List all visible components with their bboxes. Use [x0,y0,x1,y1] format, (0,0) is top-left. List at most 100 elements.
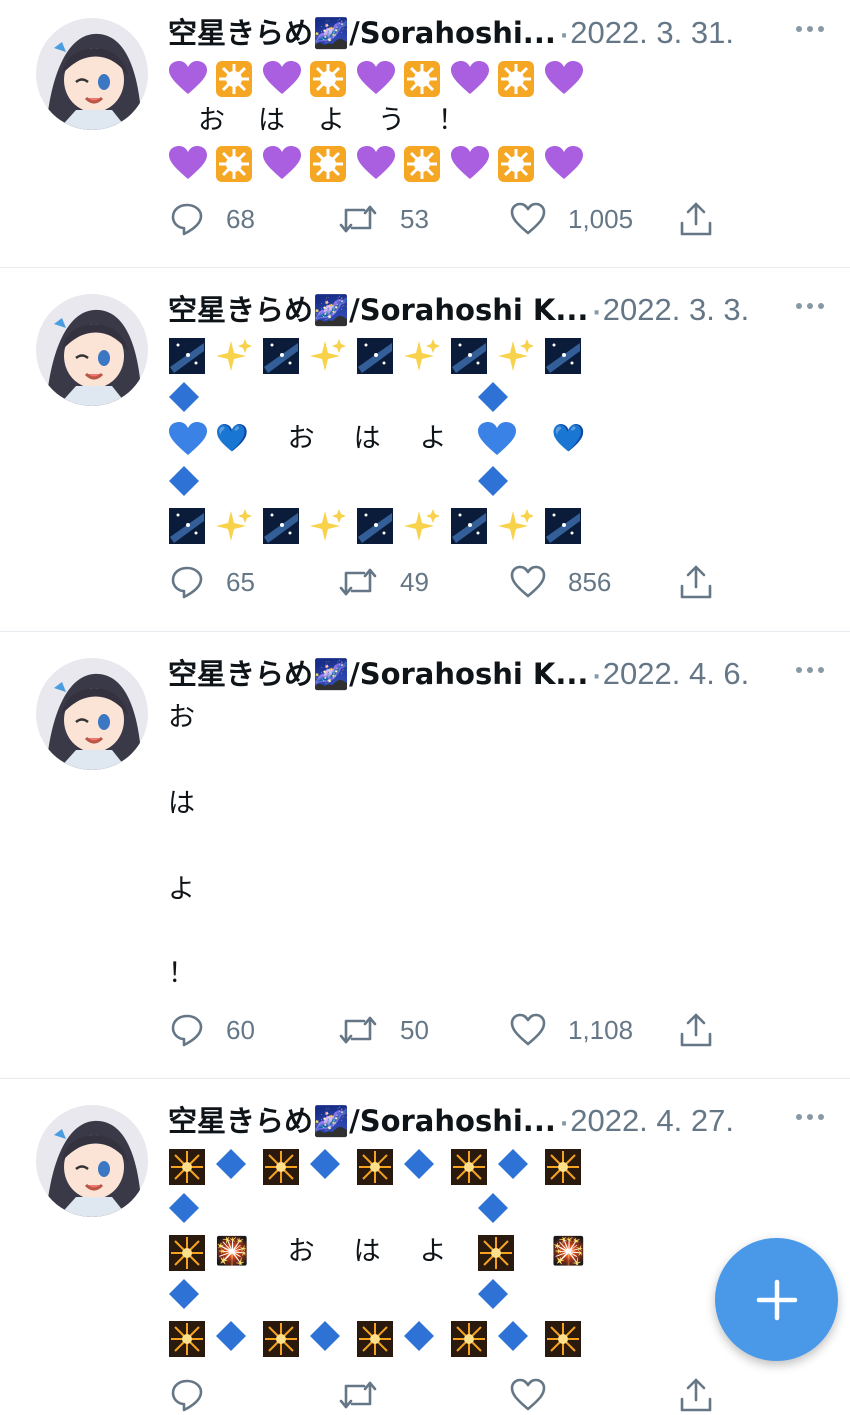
blue-diamond-icon [478,1278,508,1309]
share-button[interactable] [678,1010,736,1050]
milky-way-icon [263,507,299,544]
tweet-date[interactable]: 2022. 4. 6. [603,656,750,691]
purple-heart-icon [451,60,489,94]
compose-tweet-button[interactable] [715,1238,838,1361]
share-button[interactable] [678,562,736,602]
purple-heart-icon [357,60,395,94]
sparkles-icon [498,338,534,371]
retweet-button[interactable]: 53 [338,199,429,239]
avatar-image-icon [36,294,148,406]
tweet-text-line: お [168,702,195,733]
blue-heart-icon [478,421,516,455]
milky-way-icon [545,507,581,544]
sparkle-box-icon [310,60,346,97]
avatar-image-icon [36,1105,148,1217]
sparkler-icon [545,1320,581,1357]
sparkle-box-icon [310,145,346,182]
retweet-count: 53 [400,203,429,234]
sparkler-icon [263,1148,299,1185]
tweet-date[interactable]: 2022. 4. 27. [570,1103,734,1138]
tweet-date[interactable]: 2022. 3. 3. [603,292,750,327]
blue-diamond-icon [478,465,508,496]
blue-diamond-icon [310,1320,340,1351]
avatar[interactable] [36,658,148,770]
tweet-text-line: お は よ う ！ [168,105,468,136]
blue-diamond-icon [404,1148,434,1179]
like-button[interactable]: 1,108 [510,1010,633,1050]
avatar-image-icon [36,18,148,130]
sparkle-box-icon [404,60,440,97]
blue-diamond-icon [478,1192,508,1223]
share-icon [680,202,712,236]
retweet-button[interactable] [338,1375,400,1415]
author-name[interactable]: 空星きらめ🌌/Sorahoshi... ·2022. 4. 27. [168,1101,734,1145]
avatar[interactable] [36,1105,148,1217]
author-name[interactable]: 空星きらめ🌌/Sorahoshi K... ·2022. 4. 6. [168,654,749,698]
author-name[interactable]: 空星きらめ🌌/Sorahoshi... ·2022. 3. 31. [168,13,734,57]
blue-diamond-icon [169,1192,199,1223]
like-button[interactable]: 856 [510,562,611,602]
share-button[interactable] [678,199,736,239]
tweet[interactable]: 空星きらめ🌌/Sorahoshi K... ·2022. 4. 6. お は よ … [0,632,850,1079]
purple-heart-icon [451,145,489,179]
like-button[interactable]: 1,005 [510,199,633,239]
reply-button[interactable]: 68 [170,199,255,239]
avatar[interactable] [36,294,148,406]
purple-heart-icon [263,60,301,94]
tweet-text-line: 💙 お は よ ！ 💙 [168,416,810,461]
tweet-date[interactable]: 2022. 3. 31. [570,15,734,50]
tweet-header: 空星きらめ🌌/Sorahoshi K... ·2022. 4. 6. [168,654,850,694]
share-button[interactable] [678,1375,736,1415]
sparkles-icon [310,338,346,371]
sparkles-icon [498,508,534,541]
purple-heart-icon [169,60,207,94]
reply-count: 68 [226,203,255,234]
sparkler-icon [545,1148,581,1185]
tweet-text-line [168,1187,810,1232]
retweet-button[interactable]: 49 [338,562,429,602]
sparkler-icon [478,1234,514,1271]
sparkler-icon [169,1320,205,1357]
tweet[interactable]: 空星きらめ🌌/Sorahoshi... ·2022. 3. 31. お は よ う… [0,0,850,268]
reply-icon [171,203,203,236]
reply-button[interactable] [170,1375,226,1415]
tweet-actions: 68 53 1,005 [168,199,850,239]
greeting-text: 🎇 お は よ ！ 🎇 [215,1235,592,1267]
milky-way-icon [451,337,487,374]
reply-button[interactable]: 65 [170,562,255,602]
more-options-icon[interactable] [794,658,826,682]
more-options-icon[interactable] [794,17,826,41]
purple-heart-icon [545,60,583,94]
heart-outline-icon [510,1378,546,1411]
blue-diamond-icon [404,1320,434,1351]
tweet-text-line: よ [168,874,195,905]
tweet-actions: 60 50 1,108 [168,1010,850,1050]
sparkles-icon [216,338,252,371]
blue-diamond-icon [216,1148,246,1179]
sparkle-box-icon [216,145,252,182]
purple-heart-icon [357,145,395,179]
tweet[interactable]: 空星きらめ🌌/Sorahoshi... ·2022. 4. 27. 🎇 お は よ… [0,1079,850,1412]
tweet-text-line: ！ [168,958,195,989]
sparkler-icon [357,1148,393,1185]
heart-outline-icon [510,202,546,235]
retweet-button[interactable]: 50 [338,1010,429,1050]
emoji-row [168,1315,591,1360]
avatar[interactable] [36,18,148,130]
author-name[interactable]: 空星きらめ🌌/Sorahoshi K... ·2022. 3. 3. [168,290,749,334]
like-count: 856 [568,566,612,597]
reply-button[interactable]: 60 [170,1010,255,1050]
sparkles-icon [404,338,440,371]
like-button[interactable] [510,1375,568,1415]
more-options-icon[interactable] [794,1105,826,1129]
like-count: 1,005 [568,203,634,234]
reply-icon [171,1379,203,1412]
retweet-icon [339,1381,377,1409]
sparkler-icon [169,1234,205,1271]
tweet[interactable]: 空星きらめ🌌/Sorahoshi K... ·2022. 3. 3. 💙 お は … [0,268,850,632]
milky-way-icon [263,337,299,374]
more-options-icon[interactable] [794,294,826,318]
blue-diamond-icon [169,465,199,496]
share-icon [680,1013,712,1047]
reply-icon [171,1014,203,1047]
